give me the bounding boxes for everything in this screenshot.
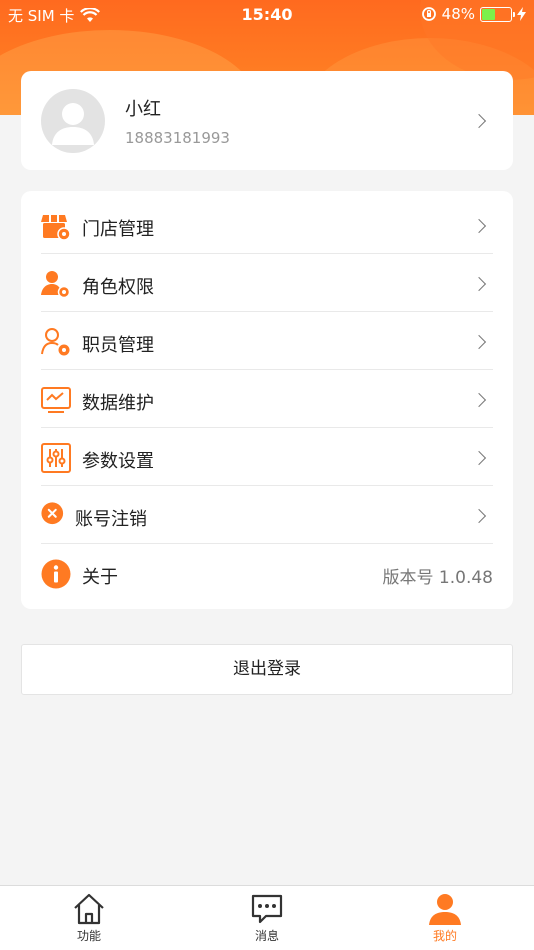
tab-label: 我的: [432, 929, 457, 943]
menu-item-store-management[interactable]: 门店管理: [21, 196, 513, 254]
menu-item-label: 门店管理: [82, 219, 154, 240]
home-icon: [74, 893, 104, 925]
tab-bar: 功能 消息 我的: [0, 885, 534, 950]
close-circle-icon: [41, 502, 64, 525]
menu-item-label: 账号注销: [75, 509, 147, 530]
charging-icon: [517, 7, 526, 21]
battery-icon: [480, 6, 515, 22]
person-icon: [429, 894, 461, 925]
battery-percent: 48%: [441, 5, 475, 23]
user-phone: 18883181993: [125, 129, 230, 147]
chevron-right-icon: [471, 334, 487, 350]
message-icon: [251, 894, 283, 924]
menu-item-label: 角色权限: [82, 277, 154, 298]
menu-item-label: 数据维护: [82, 393, 154, 414]
tab-label: 功能: [76, 929, 101, 943]
staff-management-icon: [41, 328, 70, 356]
menu-item-about[interactable]: 关于 版本号 1.0.48: [21, 544, 513, 602]
store-icon: [41, 215, 71, 241]
tab-label: 消息: [254, 929, 279, 943]
menu-item-label: 参数设置: [82, 451, 154, 472]
chevron-right-icon: [471, 392, 487, 408]
orientation-lock-icon: [421, 7, 436, 21]
status-bar: 无 SIM 卡 15:40 48%: [0, 0, 534, 28]
settings-sliders-icon: [41, 443, 71, 473]
menu-item-data-maintenance[interactable]: 数据维护: [21, 370, 513, 428]
chevron-right-icon: [471, 218, 487, 234]
menu-item-label: 职员管理: [82, 335, 154, 356]
default-avatar-icon: [52, 103, 94, 145]
profile-card[interactable]: 小红 18883181993: [21, 71, 513, 170]
menu-item-account-cancellation[interactable]: 账号注销: [21, 486, 513, 544]
menu-item-parameter-settings[interactable]: 参数设置: [21, 428, 513, 486]
settings-menu: 门店管理 角色权限 职员管理 数据维护 参数设置 账号注销 关于 版本号 1.0…: [21, 191, 513, 609]
user-name: 小红: [125, 99, 161, 120]
avatar: [41, 89, 105, 153]
chevron-right-icon: [471, 113, 487, 129]
chevron-right-icon: [471, 276, 487, 292]
chevron-right-icon: [471, 508, 487, 524]
profile-screen: 无 SIM 卡 15:40 48% 小红 18883181993 门店管理 角色…: [0, 0, 534, 950]
menu-item-staff-management[interactable]: 职员管理: [21, 312, 513, 370]
tab-messages[interactable]: 消息: [178, 886, 356, 950]
app-version: 版本号 1.0.48: [382, 568, 493, 588]
chevron-right-icon: [471, 450, 487, 466]
role-permission-icon: [41, 271, 71, 299]
menu-item-label: 关于: [82, 567, 118, 588]
data-maintenance-icon: [41, 387, 71, 413]
info-icon: [41, 559, 71, 589]
tab-functions[interactable]: 功能: [0, 886, 178, 950]
tab-mine[interactable]: 我的: [356, 886, 534, 950]
menu-item-role-permission[interactable]: 角色权限: [21, 254, 513, 312]
logout-button[interactable]: 退出登录: [21, 644, 513, 695]
